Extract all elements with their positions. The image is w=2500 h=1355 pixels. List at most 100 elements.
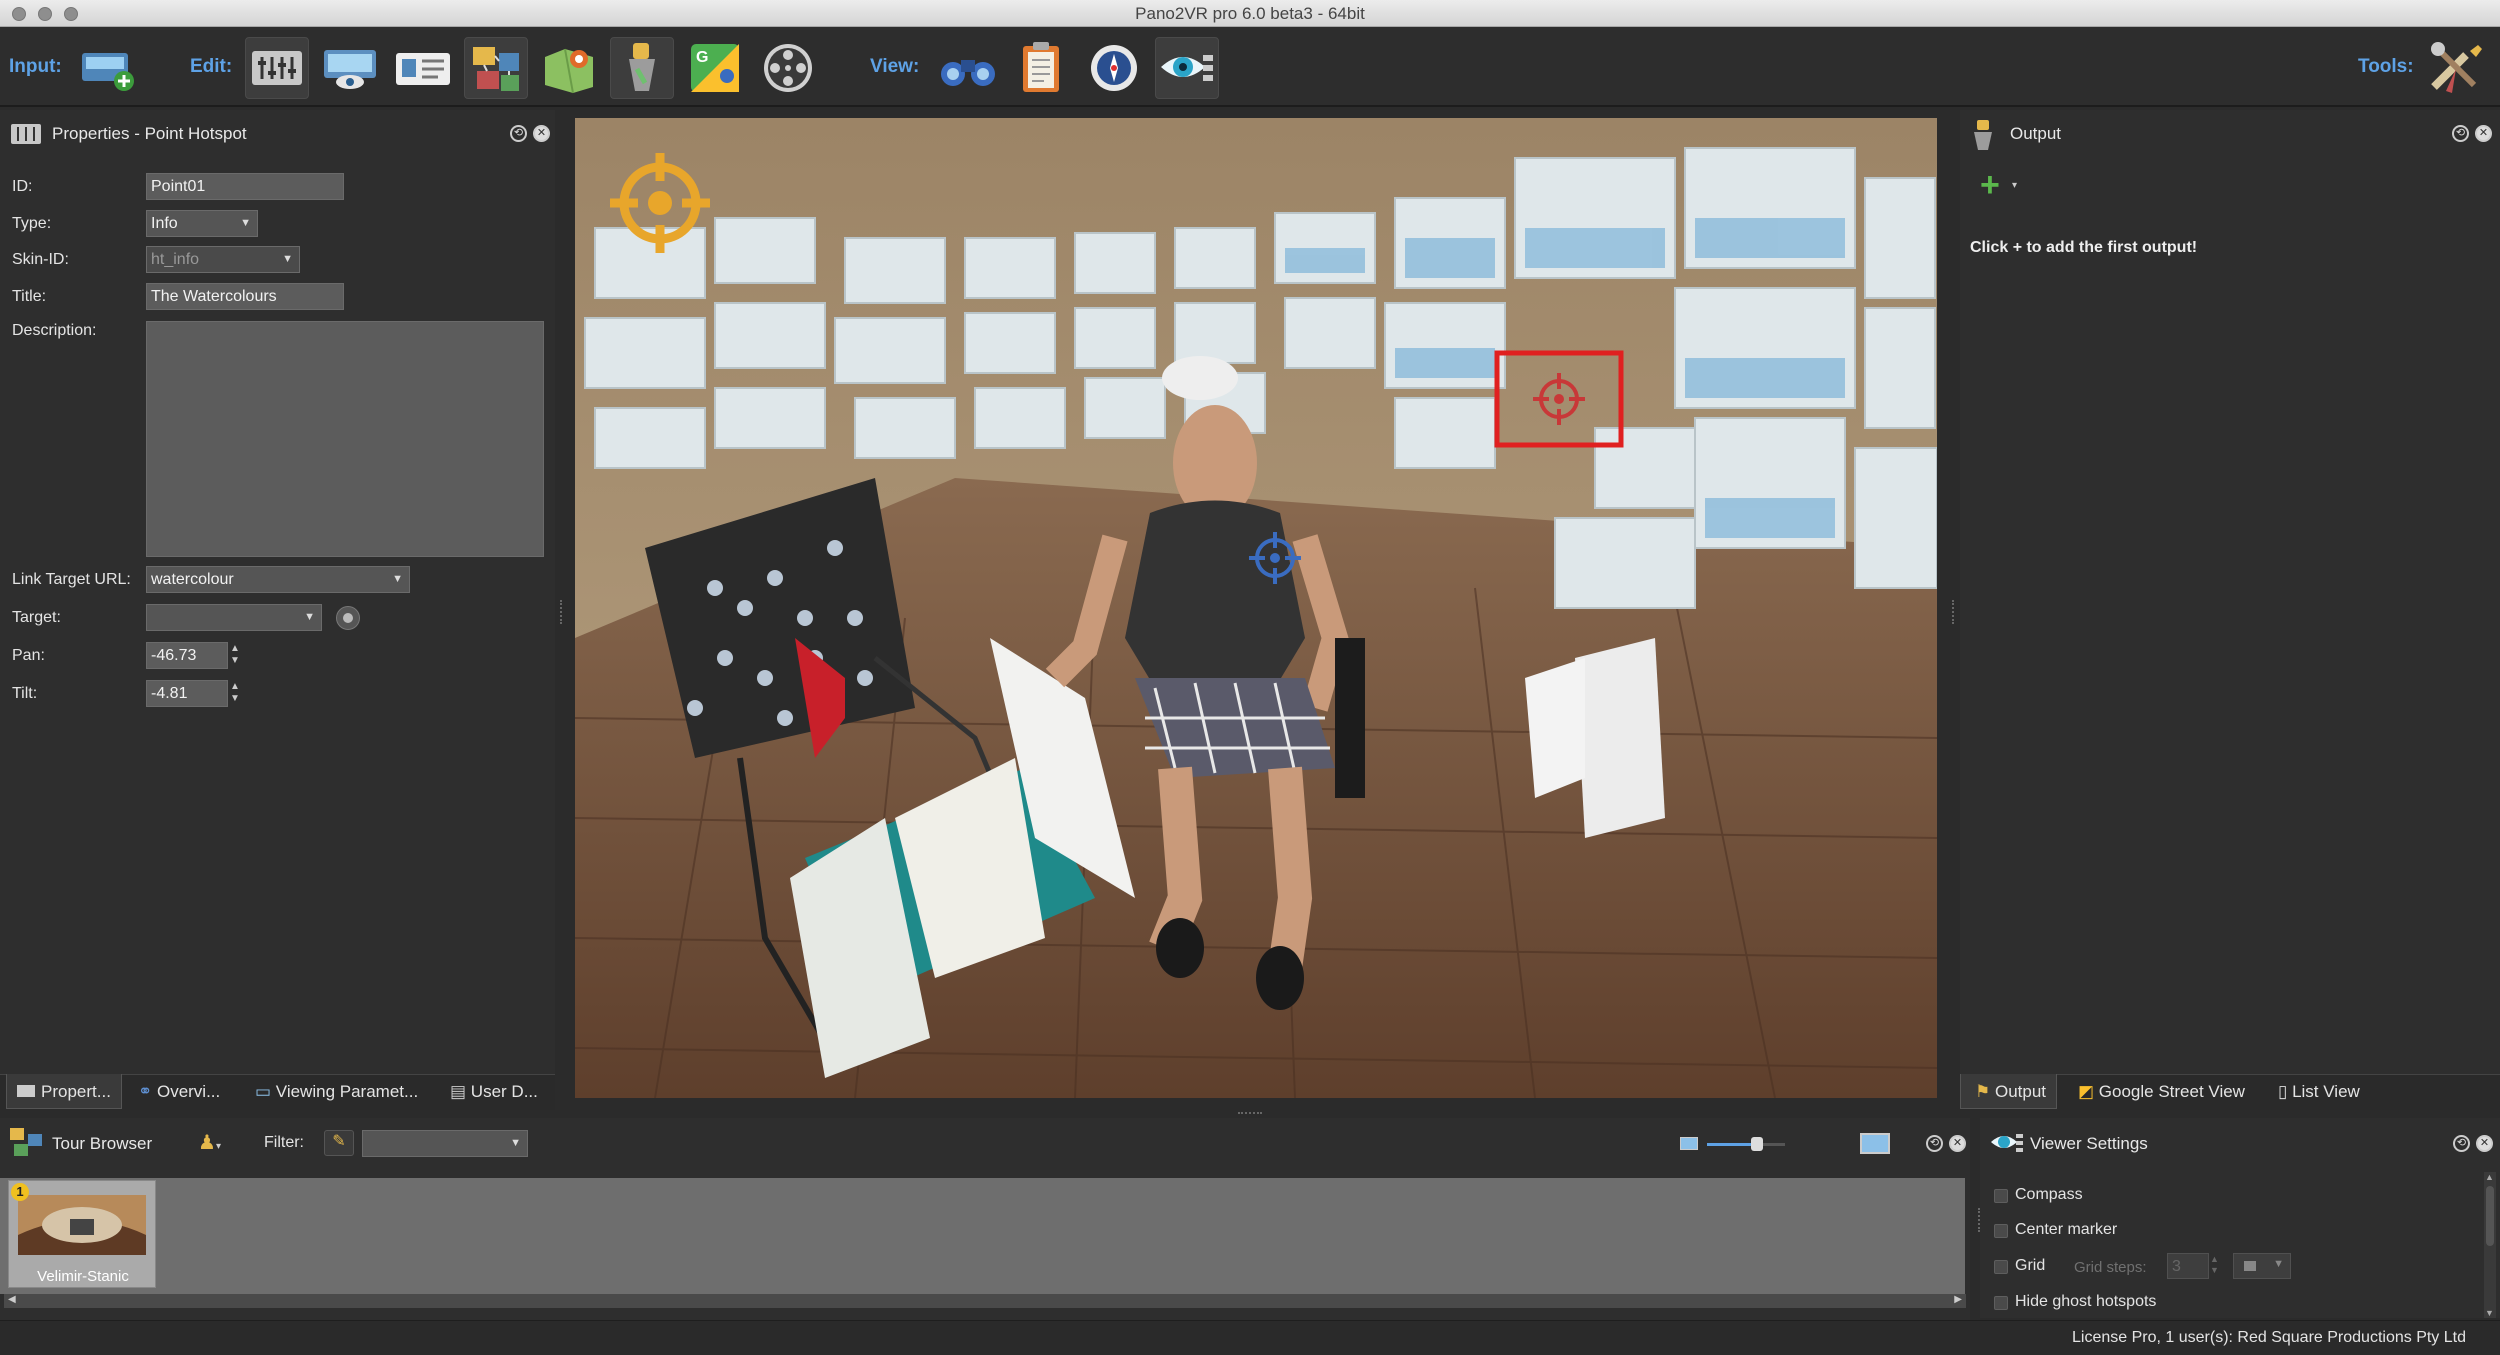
tilt-stepper[interactable]: ▲ ▼	[230, 681, 240, 705]
type-select-value: Info	[151, 215, 178, 232]
bottom-splitter-handle[interactable]	[1238, 1112, 1262, 1115]
tilt-field[interactable]: -4.81	[146, 680, 228, 707]
description-label: Description:	[12, 322, 97, 339]
center-marker-checkbox[interactable]	[1994, 1224, 2008, 1238]
target-label: Target:	[12, 609, 61, 626]
minimize-window-button[interactable]	[38, 7, 52, 21]
tab-viewing-parameters[interactable]: ▭ Viewing Paramet...	[255, 1082, 418, 1102]
link-target-url-value: watercolour	[151, 571, 234, 588]
tour-browser-scrollbar[interactable]: ◀ ▶	[4, 1294, 1966, 1308]
hotspot-edit-button[interactable]	[610, 37, 674, 99]
chevron-down-icon: ▾	[215, 1141, 221, 1152]
tour-map-button[interactable]	[464, 37, 528, 99]
scroll-up-icon[interactable]: ▲	[2485, 1172, 2494, 1182]
large-thumb-icon	[1860, 1133, 1890, 1154]
skin-id-select[interactable]: ht_info ▼	[146, 246, 300, 273]
panorama-node[interactable]: 1 Velimir-Stanic	[8, 1180, 156, 1288]
tab-user-data[interactable]: ▤ User D...	[450, 1082, 538, 1102]
viewer-button[interactable]	[1155, 37, 1219, 99]
viewing-params-icon: ▭	[255, 1082, 276, 1101]
link-target-url-label: Link Target URL:	[12, 571, 131, 588]
output-title: Output	[2010, 124, 2062, 143]
grid-steps-field[interactable]: 3	[2167, 1253, 2209, 1279]
properties-title: Properties - Point Hotspot	[52, 124, 247, 143]
link-target-url-select[interactable]: watercolour ▼	[146, 566, 410, 593]
properties-tab-icon	[17, 1085, 35, 1097]
panorama-viewport[interactable]	[575, 118, 1937, 1098]
filter-tag-button[interactable]: ✎	[324, 1130, 354, 1156]
compass-icon	[1091, 45, 1137, 91]
tools-button[interactable]	[2424, 37, 2488, 99]
target-select[interactable]: ▼	[146, 604, 322, 631]
viewer-settings-scroll-thumb[interactable]	[2486, 1186, 2494, 1246]
id-label: ID:	[12, 178, 33, 195]
pan-label: Pan:	[12, 647, 45, 664]
add-panorama-button[interactable]	[76, 37, 140, 99]
viewer-eye-icon	[1991, 1134, 2023, 1152]
binoculars-icon	[941, 60, 995, 86]
user-data-button[interactable]	[391, 37, 455, 99]
float-panel-button[interactable]: ⟲	[510, 125, 527, 142]
video-button[interactable]	[756, 37, 820, 99]
viewing-parameters-button[interactable]	[318, 37, 382, 99]
license-text: License Pro, 1 user(s): Red Square Produ…	[2072, 1329, 2466, 1346]
grid-label: Grid	[2015, 1257, 2046, 1274]
title-label: Title:	[12, 288, 47, 305]
thumb-size-slider[interactable]	[1707, 1137, 1785, 1151]
scroll-down-icon[interactable]: ▼	[2485, 1308, 2494, 1318]
target-picker-button[interactable]	[336, 606, 360, 630]
compass-checkbox[interactable]	[1994, 1189, 2008, 1203]
pan-stepper[interactable]: ▲ ▼	[230, 643, 240, 667]
binoculars-button[interactable]	[936, 37, 1000, 99]
viewer-splitter-handle[interactable]	[1978, 1208, 1981, 1232]
output-panel: Output ⟲ ✕ + ▾ Click + to add the first …	[1960, 110, 2500, 1074]
chevron-down-icon: ▼	[240, 217, 251, 229]
id-field[interactable]: Point01	[146, 173, 344, 200]
tab-properties[interactable]: Propert...	[6, 1074, 122, 1109]
tab-google-street-view[interactable]: ◩ Google Street View	[2078, 1082, 2245, 1102]
grid-steps-stepper[interactable]: ▲ ▼	[2210, 1254, 2219, 1276]
filter-select[interactable]: ▼	[362, 1130, 528, 1157]
user-filter-button[interactable]: ♟▾	[198, 1130, 221, 1155]
add-output-button[interactable]: +	[1980, 168, 2000, 202]
tab-output[interactable]: ⚑ Output	[1960, 1074, 2058, 1109]
window-title: Pano2VR pro 6.0 beta3 - 64bit	[1135, 4, 1365, 23]
scroll-right-icon[interactable]: ▶	[1954, 1294, 1962, 1305]
tag-icon: ✎	[332, 1133, 346, 1150]
pan-field[interactable]: -46.73	[146, 642, 228, 669]
chevron-down-icon: ▾	[2012, 180, 2018, 191]
tab-overview[interactable]: ⚭ Overvi...	[138, 1082, 220, 1102]
tour-browser-title: Tour Browser	[52, 1134, 153, 1153]
description-textarea[interactable]	[146, 321, 544, 557]
grid-checkbox[interactable]	[1994, 1260, 2008, 1274]
google-maps-button[interactable]: G	[683, 37, 747, 99]
tab-user-data-label: User D...	[470, 1082, 538, 1101]
close-viewer-settings-button[interactable]: ✕	[2476, 1135, 2493, 1152]
thumb-size-slider-handle[interactable]	[1751, 1137, 1763, 1151]
viewer-settings-scrollbar[interactable]: ▲ ▼	[2484, 1172, 2496, 1318]
left-splitter-handle[interactable]	[560, 600, 563, 624]
type-select[interactable]: Info ▼	[146, 210, 258, 237]
title-field[interactable]: The Watercolours	[146, 283, 344, 310]
close-panel-button[interactable]: ✕	[533, 125, 550, 142]
floor-plan-button[interactable]	[537, 37, 601, 99]
float-viewer-settings-button[interactable]: ⟲	[2453, 1135, 2470, 1152]
zoom-window-button[interactable]	[64, 7, 78, 21]
chevron-down-icon: ▼	[282, 253, 293, 265]
tour-adjust-button[interactable]	[245, 37, 309, 99]
binoculars-icon: ⚭	[138, 1082, 157, 1101]
tab-list-view[interactable]: ▯ List View	[2278, 1082, 2360, 1102]
scroll-left-icon[interactable]: ◀	[8, 1294, 16, 1305]
output-icon	[1974, 120, 1992, 150]
right-splitter-handle[interactable]	[1952, 600, 1955, 624]
grid-color-select[interactable]: ▼	[2233, 1253, 2291, 1279]
clipboard-button[interactable]	[1009, 37, 1073, 99]
close-window-button[interactable]	[12, 7, 26, 21]
float-output-button[interactable]: ⟲	[2452, 125, 2469, 142]
compass-button[interactable]	[1082, 37, 1146, 99]
hide-ghost-hotspots-checkbox[interactable]	[1994, 1296, 2008, 1310]
close-tour-browser-button[interactable]: ✕	[1949, 1135, 1966, 1152]
close-output-button[interactable]: ✕	[2475, 125, 2492, 142]
grid-steps-label: Grid steps:	[2074, 1259, 2147, 1276]
float-tour-browser-button[interactable]: ⟲	[1926, 1135, 1943, 1152]
